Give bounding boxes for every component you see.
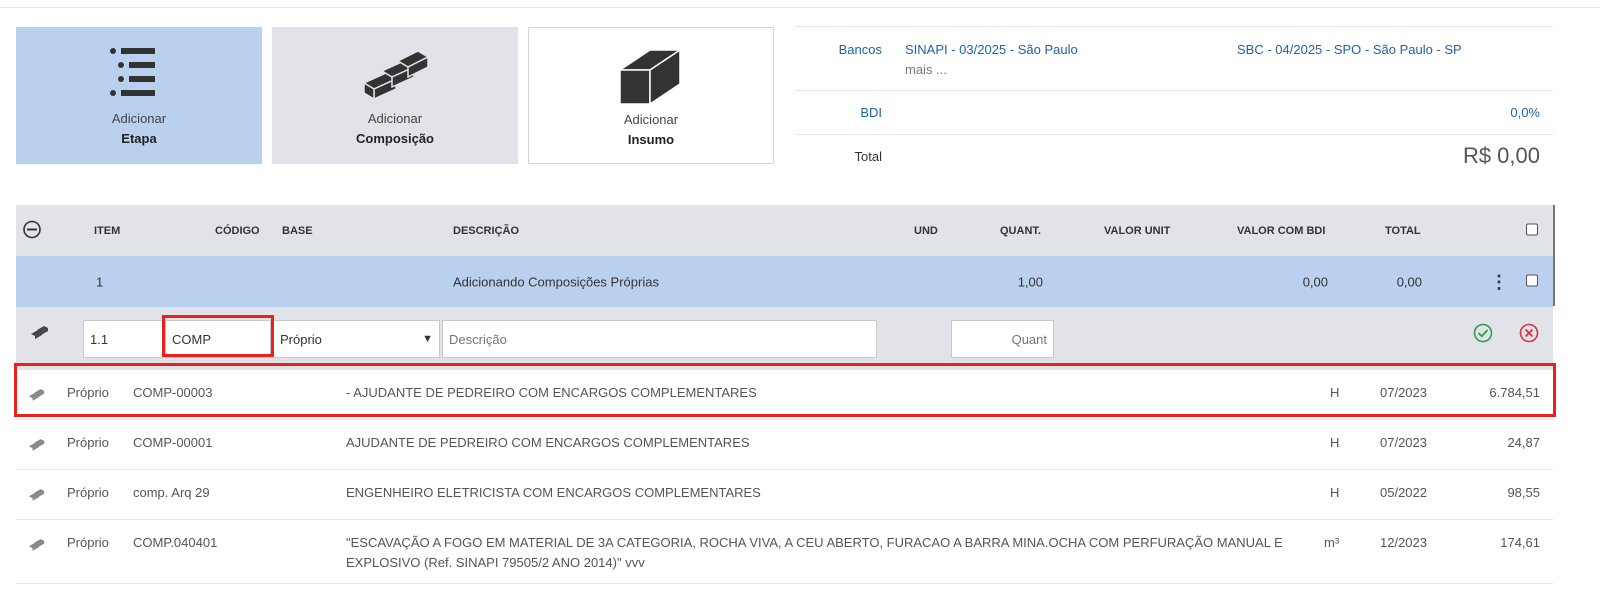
card-etapa-line1: Adicionar bbox=[111, 111, 167, 126]
list-item[interactable]: Próprio COMP-00003 - AJUDANTE DE PEDREIR… bbox=[16, 370, 1553, 420]
bancos-label: Bancos bbox=[838, 42, 882, 57]
sugg-code: COMP-00001 bbox=[133, 435, 213, 450]
quant-input[interactable] bbox=[951, 320, 1054, 358]
brick-small-icon bbox=[31, 326, 48, 339]
brick-small-icon bbox=[28, 439, 45, 451]
codigo-input[interactable] bbox=[165, 320, 271, 358]
descricao-input[interactable] bbox=[442, 320, 877, 358]
sugg-base: Próprio bbox=[67, 435, 109, 450]
brick-small-icon bbox=[28, 389, 45, 401]
sugg-code: comp. Arq 29 bbox=[133, 485, 210, 500]
base-select[interactable]: Próprio ▼ bbox=[273, 320, 440, 358]
total-row: Total R$ 0,00 bbox=[795, 134, 1553, 178]
sugg-value: 6.784,51 bbox=[1489, 385, 1540, 400]
sugg-und: H bbox=[1330, 485, 1340, 500]
col-descricao[interactable]: DESCRIÇÃO bbox=[453, 225, 519, 237]
card-composicao-line1: Adicionar bbox=[367, 111, 423, 126]
collapse-all-icon[interactable] bbox=[22, 219, 42, 242]
item-input[interactable] bbox=[83, 320, 163, 358]
sugg-desc-line2: EXPLOSIVO (Ref. SINAPI 79505/2 ANO 2014)… bbox=[346, 555, 645, 570]
row-valor-bdi: 0,00 bbox=[1302, 274, 1328, 289]
row-checkbox[interactable] bbox=[1526, 274, 1538, 289]
new-item-row: Próprio ▼ bbox=[16, 307, 1553, 370]
brick-small-icon bbox=[28, 539, 45, 551]
sugg-value: 98,55 bbox=[1507, 485, 1540, 500]
top-divider bbox=[0, 7, 1600, 8]
bdi-value[interactable]: 0,0% bbox=[1510, 105, 1540, 120]
bdi-label: BDI bbox=[860, 105, 882, 120]
budget-summary: Bancos SINAPI - 03/2025 - São Paulo mais… bbox=[795, 26, 1553, 178]
col-valor-unit[interactable]: VALOR UNIT bbox=[1104, 225, 1170, 237]
col-und[interactable]: UND bbox=[914, 225, 938, 237]
card-composicao-line2: Composição bbox=[355, 131, 434, 146]
chevron-down-icon: ▼ bbox=[422, 333, 433, 345]
col-base[interactable]: BASE bbox=[282, 225, 313, 237]
bricks-icon bbox=[362, 50, 430, 101]
row-item: 1 bbox=[96, 274, 104, 289]
col-quant[interactable]: QUANT. bbox=[1000, 225, 1041, 237]
sugg-desc: AJUDANTE DE PEDREIRO COM ENCARGOS COMPLE… bbox=[346, 435, 750, 450]
add-insumo-button[interactable]: Adicionar Insumo bbox=[528, 27, 774, 164]
sugg-desc: ENGENHEIRO ELETRICISTA COM ENCARGOS COMP… bbox=[346, 485, 761, 500]
sugg-code: COMP-00003 bbox=[133, 385, 213, 400]
col-codigo[interactable]: CÓDIGO bbox=[215, 225, 260, 237]
sugg-value: 174,61 bbox=[1500, 535, 1540, 550]
sugg-und: H bbox=[1330, 385, 1340, 400]
scrollbar[interactable] bbox=[1553, 205, 1555, 306]
confirm-icon[interactable] bbox=[1473, 323, 1493, 343]
cancel-icon[interactable] bbox=[1519, 323, 1539, 343]
row-menu-icon[interactable]: ⋮ bbox=[1490, 273, 1508, 291]
list-item[interactable]: Próprio COMP.040401 "ESCAVAÇÃO A FOGO EM… bbox=[16, 520, 1553, 584]
sugg-base: Próprio bbox=[67, 485, 109, 500]
select-all-checkbox[interactable] bbox=[1526, 223, 1538, 238]
sugg-desc: "ESCAVAÇÃO A FOGO EM MATERIAL DE 3A CATE… bbox=[346, 535, 1283, 550]
sugg-base: Próprio bbox=[67, 535, 109, 550]
table-row[interactable]: 1 Adicionando Composições Próprias 1,00 … bbox=[16, 256, 1553, 307]
list-item[interactable]: Próprio comp. Arq 29 ENGENHEIRO ELETRICI… bbox=[16, 470, 1553, 520]
col-valor-bdi[interactable]: VALOR COM BDI bbox=[1237, 225, 1325, 237]
banco-sbc-link[interactable]: SBC - 04/2025 - SPO - São Paulo - SP bbox=[1237, 42, 1462, 57]
row-descricao: Adicionando Composições Próprias bbox=[453, 274, 659, 289]
row-total: 0,00 bbox=[1396, 274, 1422, 289]
sugg-und: m³ bbox=[1324, 535, 1340, 550]
base-select-value: Próprio bbox=[280, 331, 322, 347]
sugg-value: 24,87 bbox=[1507, 435, 1540, 450]
sugg-date: 12/2023 bbox=[1380, 535, 1427, 550]
sugg-desc: - AJUDANTE DE PEDREIRO COM ENCARGOS COMP… bbox=[346, 385, 757, 400]
list-icon bbox=[110, 48, 155, 96]
sugg-code: COMP.040401 bbox=[133, 535, 218, 550]
composition-suggestions: Próprio COMP-00003 - AJUDANTE DE PEDREIR… bbox=[16, 370, 1553, 584]
card-insumo-line1: Adicionar bbox=[623, 112, 679, 127]
bancos-row: Bancos SINAPI - 03/2025 - São Paulo mais… bbox=[795, 26, 1553, 90]
sugg-date: 07/2023 bbox=[1380, 435, 1427, 450]
sugg-date: 07/2023 bbox=[1380, 385, 1427, 400]
total-value: R$ 0,00 bbox=[1462, 143, 1540, 168]
mais-link[interactable]: mais ... bbox=[905, 62, 947, 77]
brick-icon bbox=[618, 48, 683, 106]
sugg-base: Próprio bbox=[67, 385, 109, 400]
card-insumo-line2: Insumo bbox=[627, 132, 675, 147]
bdi-row: BDI 0,0% bbox=[795, 90, 1553, 134]
card-etapa-line2: Etapa bbox=[121, 131, 157, 146]
row-quant: 1,00 bbox=[1017, 274, 1043, 289]
sugg-date: 05/2022 bbox=[1380, 485, 1427, 500]
sugg-und: H bbox=[1330, 435, 1340, 450]
col-item[interactable]: ITEM bbox=[94, 225, 120, 237]
total-label: Total bbox=[854, 149, 882, 164]
brick-small-icon bbox=[28, 489, 45, 501]
add-composicao-button[interactable]: Adicionar Composição bbox=[272, 27, 518, 164]
col-total[interactable]: TOTAL bbox=[1385, 225, 1421, 237]
budget-table: ITEM CÓDIGO BASE DESCRIÇÃO UND QUANT. VA… bbox=[16, 205, 1555, 370]
table-header: ITEM CÓDIGO BASE DESCRIÇÃO UND QUANT. VA… bbox=[16, 205, 1555, 306]
banco-sinapi-link[interactable]: SINAPI - 03/2025 - São Paulo bbox=[905, 42, 1078, 57]
add-etapa-button[interactable]: Adicionar Etapa bbox=[16, 27, 262, 164]
list-item[interactable]: Próprio COMP-00001 AJUDANTE DE PEDREIRO … bbox=[16, 420, 1553, 470]
